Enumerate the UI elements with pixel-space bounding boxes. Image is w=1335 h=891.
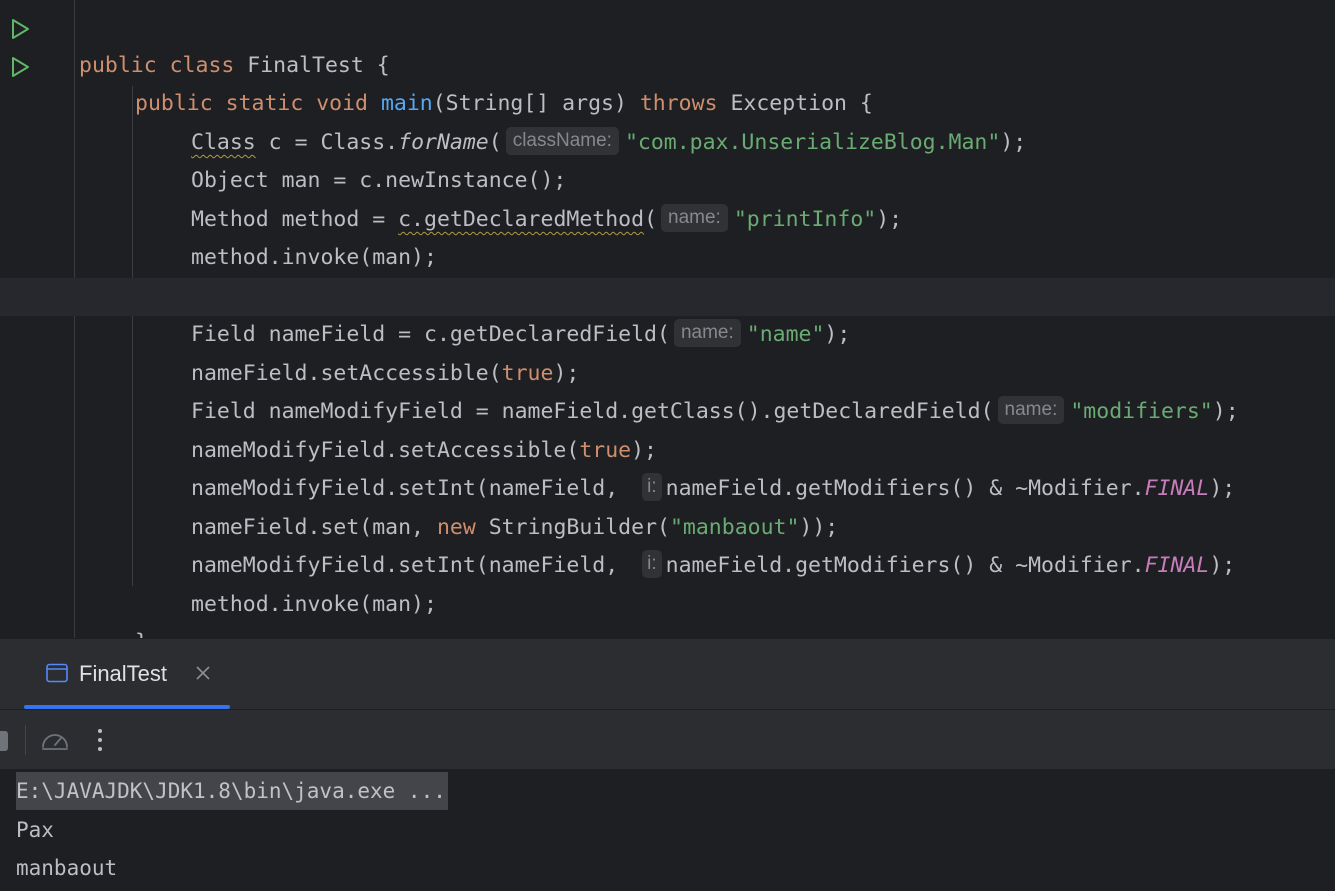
code-line[interactable]: Object man = c.newInstance(); [0,124,1335,193]
code-line[interactable]: public static void main(String[] args) t… [0,47,1335,116]
console-output-line: manbaout [16,856,118,880]
code-line[interactable]: nameModifyField.setAccessible(true); [0,394,1335,463]
run-tab-bar: FinalTest [0,639,1335,710]
run-tab-label: FinalTest [79,661,168,686]
console-command-line[interactable]: E:\JAVAJDK\JDK1.8\bin\java.exe ... [16,772,448,810]
code-text: } [135,624,148,638]
code-line[interactable]: nameModifyField.setInt(nameField, i: nameF… [0,509,1335,578]
active-tab-indicator [24,705,230,709]
code-editor[interactable]: public class FinalTest { public static v… [0,0,1335,638]
code-text: method.invoke(man); [191,245,437,270]
run-tool-window: FinalTest E:\JAVAJDK\JDK1.8\bin\java.exe… [0,639,1335,891]
profiler-gauge-icon[interactable] [40,727,70,753]
code-line[interactable]: method.invoke(man); [0,201,1335,270]
console-output-line: Pax [16,818,54,842]
code-line[interactable]: Method method = c.getDeclaredMethod(name… [0,163,1335,232]
code-line-current[interactable]: Field nameField = c.getDeclaredField(nam… [0,278,1335,347]
run-toolbar [0,710,1335,769]
toolbar-separator [25,725,26,755]
code-line[interactable]: method.invoke(man); [0,548,1335,617]
code-line[interactable]: Field nameModifyField = nameField.getCla… [0,355,1335,424]
code-line[interactable]: Class c = Class.forName(className: "com.p… [0,86,1335,155]
console-icon [46,663,68,683]
more-options-icon[interactable] [90,726,110,754]
code-line[interactable]: nameModifyField.setInt(nameField, i: nameF… [0,432,1335,501]
run-tab-finaltest[interactable]: FinalTest [24,639,230,709]
code-line[interactable]: nameField.setAccessible(true); [0,317,1335,386]
close-icon[interactable] [194,664,212,682]
code-line[interactable]: nameField.set(man, new StringBuilder("ma… [0,471,1335,540]
console-output[interactable]: E:\JAVAJDK\JDK1.8\bin\java.exe ... Pax m… [0,769,1335,891]
code-line[interactable]: } [0,586,1335,638]
code-line[interactable]: public class FinalTest { [0,9,1335,78]
stop-icon[interactable] [0,731,8,751]
